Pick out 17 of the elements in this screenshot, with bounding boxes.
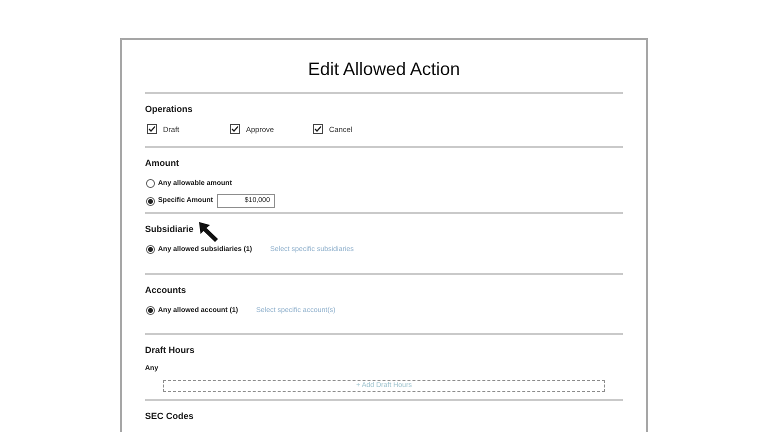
- section-title: Operations: [145, 103, 193, 116]
- section-title: Accounts: [145, 284, 186, 297]
- radio-button[interactable]: [146, 196, 155, 206]
- checkbox[interactable]: [230, 124, 240, 134]
- radio-button[interactable]: [146, 245, 155, 254]
- section-title: SEC Codes: [145, 410, 194, 423]
- section-title: Amount: [145, 157, 179, 170]
- checkbox[interactable]: [313, 124, 323, 134]
- checkmark-icon: [148, 125, 156, 134]
- checkmark-icon: [314, 125, 322, 134]
- radio-button[interactable]: [146, 306, 155, 316]
- section-title: Draft Hours: [145, 344, 195, 357]
- checkmark-icon: [231, 125, 239, 134]
- radio-button[interactable]: [146, 179, 155, 188]
- section-title: Subsidiarie: [145, 223, 194, 236]
- dialog-title: Edit Allowed Action: [308, 58, 460, 80]
- checkbox[interactable]: [147, 124, 157, 134]
